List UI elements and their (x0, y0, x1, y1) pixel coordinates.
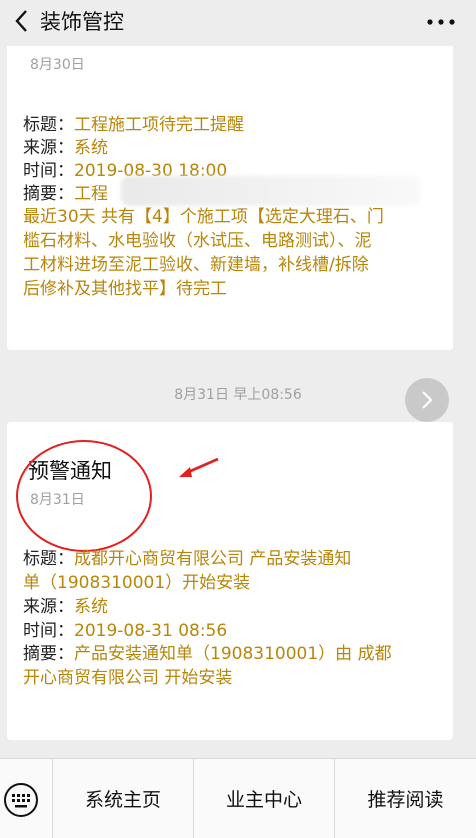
source-label: 来源： (23, 138, 74, 158)
summary-line: 最近30天 共有【4】个施工项【选定大理石、门 (23, 207, 384, 227)
title-value: 成都开心商贸有限公司 产品安装通知 (74, 549, 352, 569)
keyboard-icon[interactable] (2, 781, 40, 819)
title-label: 标题： (23, 549, 74, 569)
source-row: 来源：系统 (23, 137, 433, 161)
time-value: 2019-08-31 08:56 (74, 621, 228, 641)
privacy-blur (121, 176, 421, 206)
menu-item-recommended-reading[interactable]: 推荐阅读 (335, 759, 476, 838)
source-label: 来源： (23, 597, 74, 617)
page-title: 装饰管控 (40, 10, 124, 34)
top-bar: 装饰管控 (0, 0, 476, 46)
summary-value-line2: 开心商贸有限公司 开始安装 (23, 668, 233, 688)
summary-line: 工材料进场至泥工验收、新建墙，补线槽/拆除 (23, 255, 369, 275)
summary-line: 后修补及其他找平】待完工 (23, 279, 227, 299)
time-label: 时间： (23, 161, 74, 181)
annotation-circle (16, 440, 152, 552)
bottom-menu-bar: 系统主页 业主中心 推荐阅读 (0, 758, 476, 838)
annotation-arrow (179, 457, 219, 477)
menu-item-owner-center[interactable]: 业主中心 (194, 759, 334, 838)
summary-row: 摘要：产品安装通知单（1908310001）由 成都 (23, 643, 433, 667)
summary-value-start: 工程 (74, 184, 108, 204)
summary-label: 摘要： (23, 644, 74, 664)
source-row: 来源：系统 (23, 596, 433, 620)
summary-label: 摘要： (23, 184, 74, 204)
title-row: 标题：工程施工项待完工提醒 (23, 114, 433, 138)
menu-item-system-home[interactable]: 系统主页 (53, 759, 193, 838)
share-arrow-icon[interactable] (405, 378, 449, 422)
summary-line: 槛石材料、水电验收（水试压、电路测试）、泥 (23, 231, 372, 251)
more-icon[interactable] (426, 12, 456, 32)
time-label: 时间： (23, 621, 74, 641)
title-value: 工程施工项待完工提醒 (74, 115, 244, 135)
time-row: 时间：2019-08-31 08:56 (23, 620, 433, 644)
title-label: 标题： (23, 115, 74, 135)
title-value-line2: 单（1908310001）开始安装 (23, 573, 251, 593)
source-value: 系统 (74, 138, 108, 158)
summary-value: 产品安装通知单（1908310001）由 成都 (74, 644, 392, 664)
source-value: 系统 (74, 597, 108, 617)
back-icon[interactable] (8, 8, 34, 34)
title-row: 标题：成都开心商贸有限公司 产品安装通知 (23, 548, 433, 572)
card-date: 8月30日 (30, 57, 85, 73)
